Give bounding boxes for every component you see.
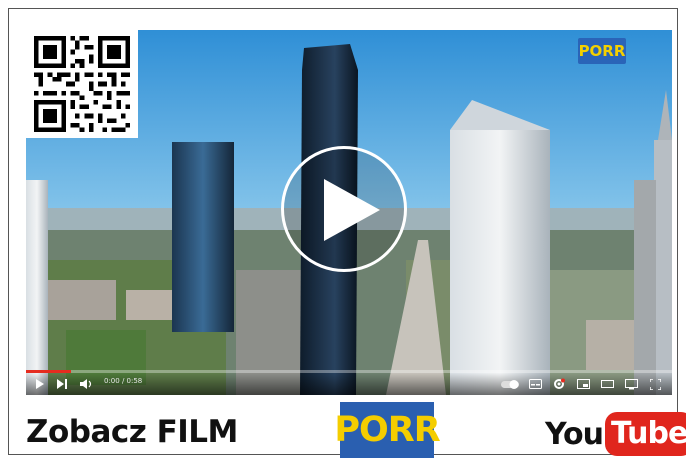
- footer-title: Zobacz FILM: [26, 414, 238, 450]
- player-controls: 0:00 / 0:58: [26, 373, 672, 395]
- subtitles-icon[interactable]: [526, 375, 544, 393]
- volume-icon[interactable]: [78, 375, 94, 393]
- autoplay-toggle-icon[interactable]: [500, 375, 520, 393]
- youtube-logo-you: You: [545, 416, 604, 452]
- next-icon[interactable]: [54, 375, 70, 393]
- qr-code-icon: [34, 36, 130, 132]
- play-triangle-icon: [324, 179, 380, 241]
- porr-logo: PORR: [334, 402, 441, 458]
- qr-code: [26, 30, 138, 138]
- youtube-logo-tube: Tube: [604, 412, 686, 456]
- cast-icon[interactable]: [622, 375, 640, 393]
- play-button[interactable]: [281, 146, 407, 272]
- settings-icon[interactable]: [550, 375, 568, 393]
- play-icon[interactable]: [32, 375, 48, 393]
- time-display: 0:00 / 0:58: [104, 377, 143, 385]
- theater-mode-icon[interactable]: [598, 375, 616, 393]
- miniplayer-icon[interactable]: [574, 375, 592, 393]
- porr-watermark: PORR: [578, 38, 626, 64]
- fullscreen-icon[interactable]: [646, 375, 664, 393]
- youtube-logo[interactable]: You Tube: [545, 410, 686, 458]
